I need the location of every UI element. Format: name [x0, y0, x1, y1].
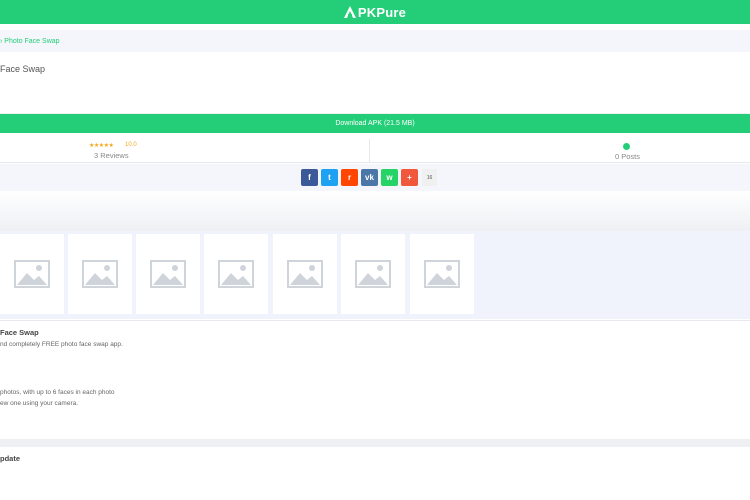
- twitter-icon: t: [328, 173, 331, 182]
- breadcrumb[interactable]: › Photo Face Swap: [0, 38, 60, 45]
- update-title: pdate: [0, 454, 21, 463]
- share-bar: f t r vk w + 16: [0, 164, 750, 191]
- update-section: pdate: [0, 447, 750, 500]
- apkpure-logo-icon: [343, 6, 356, 18]
- posts-stat[interactable]: 0 Posts: [371, 139, 750, 163]
- description-line: nd completely FREE photo face swap app.: [0, 341, 123, 348]
- share-reddit-button[interactable]: r: [341, 169, 358, 186]
- image-placeholder-icon: [150, 260, 186, 288]
- vk-icon: vk: [365, 173, 374, 182]
- share-more-button[interactable]: +: [401, 169, 418, 186]
- description-title: Face Swap: [0, 328, 39, 337]
- download-label: Download APK (21.5 MB): [335, 120, 415, 127]
- image-placeholder-icon: [424, 260, 460, 288]
- description-line: photos, with up to 6 faces in each photo: [0, 389, 115, 396]
- screenshot-thumb[interactable]: [0, 234, 64, 314]
- screenshot-thumb[interactable]: [410, 234, 474, 314]
- share-whatsapp-button[interactable]: w: [381, 169, 398, 186]
- download-apk-button[interactable]: Download APK (21.5 MB): [0, 114, 750, 133]
- posts-count: 0 Posts: [615, 152, 641, 161]
- image-placeholder-icon: [355, 260, 391, 288]
- logo-text: PKPure: [357, 4, 407, 20]
- share-count: 16: [422, 169, 437, 186]
- description-fade: [0, 417, 120, 425]
- image-placeholder-icon: [14, 260, 50, 288]
- section-divider: [0, 439, 750, 447]
- screenshot-thumb[interactable]: [273, 234, 337, 314]
- image-placeholder-icon: [218, 260, 254, 288]
- rating-score: 10.0: [125, 142, 137, 148]
- reviews-count: 3 Reviews: [94, 151, 129, 160]
- top-header: PKPure: [0, 0, 750, 24]
- plus-icon: +: [407, 173, 412, 182]
- share-facebook-button[interactable]: f: [301, 169, 318, 186]
- reviews-stat[interactable]: ★★★★★ 10.0 3 Reviews: [0, 139, 370, 163]
- app-title: Face Swap: [0, 64, 46, 74]
- screenshot-thumb[interactable]: [204, 234, 268, 314]
- posts-icon: [623, 143, 630, 150]
- breadcrumb-bar: › Photo Face Swap: [0, 30, 750, 52]
- reddit-icon: r: [347, 173, 352, 182]
- screenshot-thumb[interactable]: [341, 234, 405, 314]
- share-vk-button[interactable]: vk: [361, 169, 378, 186]
- image-placeholder-icon: [287, 260, 323, 288]
- screenshot-thumb[interactable]: [136, 234, 200, 314]
- image-placeholder-icon: [82, 260, 118, 288]
- stats-row: ★★★★★ 10.0 3 Reviews 0 Posts: [0, 139, 750, 163]
- whatsapp-icon: w: [386, 173, 393, 182]
- rating-stars: ★★★★★: [89, 143, 114, 149]
- facebook-icon: f: [308, 173, 311, 182]
- description-section: Face Swap nd completely FREE photo face …: [0, 320, 750, 440]
- section-spacer: [0, 191, 750, 231]
- screenshot-gallery: [0, 231, 750, 319]
- share-twitter-button[interactable]: t: [321, 169, 338, 186]
- apkpure-logo[interactable]: PKPure: [343, 4, 407, 20]
- screenshot-thumb[interactable]: [68, 234, 132, 314]
- description-line: ew one using your camera.: [0, 400, 79, 407]
- app-title-area: Face Swap: [0, 52, 750, 114]
